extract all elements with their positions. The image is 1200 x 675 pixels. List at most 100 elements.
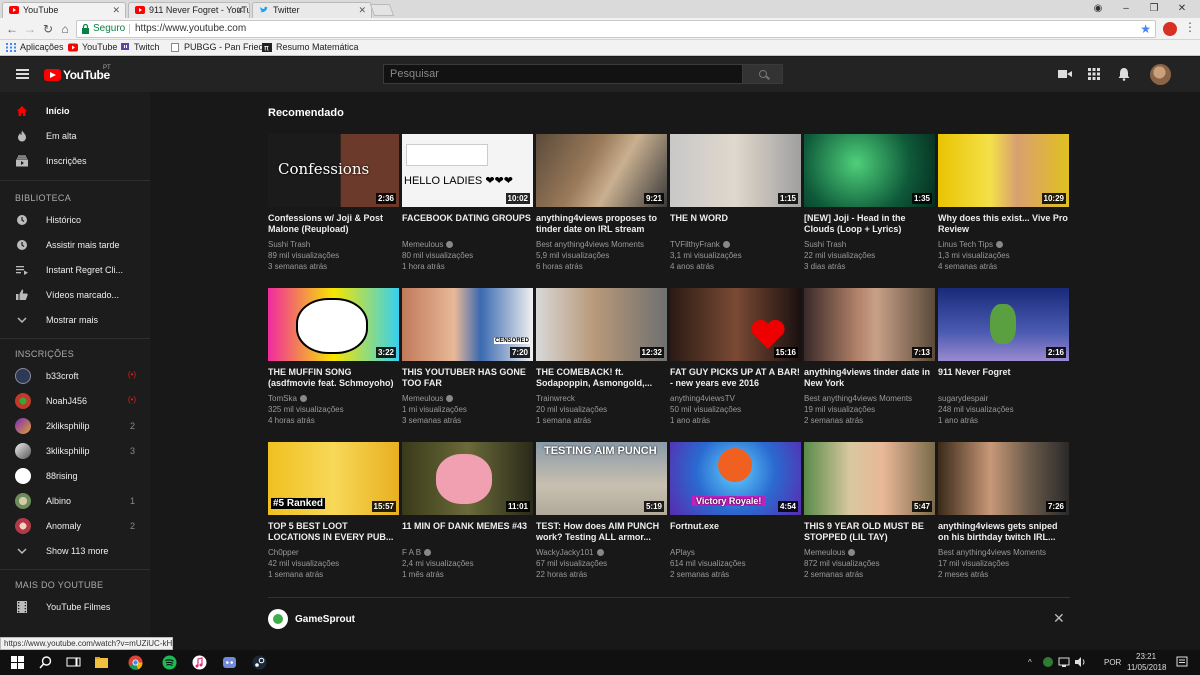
input-language[interactable]: POR xyxy=(1104,658,1121,667)
windows-start-icon[interactable] xyxy=(10,655,25,670)
bookmark-youtube[interactable]: YouTube xyxy=(68,42,117,52)
close-icon[interactable]: ✕ xyxy=(1053,610,1065,627)
video-thumbnail[interactable]: 12:32 xyxy=(536,288,667,361)
new-tab-button[interactable] xyxy=(369,4,395,16)
apps-grid-icon[interactable] xyxy=(1087,67,1101,81)
video-thumbnail[interactable]: TESTING AIM PUNCH 5:19 xyxy=(536,442,667,515)
video-thumbnail[interactable]: 5:47 xyxy=(804,442,935,515)
profile-icon[interactable]: ◉ xyxy=(1084,0,1112,18)
video-title[interactable]: THE N WORD xyxy=(670,213,801,224)
sidebar-subscription-noahj456[interactable]: NoahJ456 (•) xyxy=(0,389,150,414)
network-icon[interactable] xyxy=(1058,656,1070,668)
itunes-icon[interactable] xyxy=(192,655,207,670)
search-icon[interactable] xyxy=(38,655,53,670)
file-explorer-icon[interactable] xyxy=(94,655,109,670)
address-bar[interactable]: Seguro https://www.youtube.com ★ xyxy=(76,20,1156,38)
browser-tab-911[interactable]: 911 Never Fogret - YouTu ✕ xyxy=(128,2,250,18)
spotify-icon[interactable] xyxy=(162,655,177,670)
browser-menu-icon[interactable]: ⋮ xyxy=(1184,20,1196,34)
close-icon[interactable]: ✕ xyxy=(236,5,244,16)
video-thumbnail[interactable]: Victory Royale! 4:54 xyxy=(670,442,801,515)
sidebar-subscription-anomaly[interactable]: Anomaly 2 xyxy=(0,514,150,539)
video-title[interactable]: THIS 9 YEAR OLD MUST BE STOPPED (LIL TAY… xyxy=(804,521,935,543)
video-channel[interactable]: Best anything4views Moments xyxy=(938,548,1046,557)
sidebar-item-subscriptions[interactable]: Inscrições xyxy=(0,149,150,174)
sidebar-item-show-more[interactable]: Mostrar mais xyxy=(0,308,150,333)
close-icon[interactable]: ✕ xyxy=(358,5,366,16)
video-channel[interactable]: Memeulous xyxy=(804,548,856,557)
guide-menu-icon[interactable] xyxy=(16,69,29,79)
video-channel[interactable]: Trainwreck xyxy=(536,394,575,403)
sidebar-subscription-2kliksphilip[interactable]: 2kliksphilip 2 xyxy=(0,414,150,439)
video-channel[interactable]: anything4viewsTV xyxy=(670,394,735,403)
reload-icon[interactable]: ↻ xyxy=(40,21,56,37)
video-thumbnail[interactable]: HELLO LADIES ❤❤❤ 10:02 xyxy=(402,134,533,207)
bell-icon[interactable] xyxy=(1117,67,1131,81)
video-channel[interactable]: TVFilthyFrank xyxy=(670,240,730,249)
sidebar-item-home[interactable]: Início xyxy=(0,99,150,124)
video-channel[interactable]: F A B xyxy=(402,548,432,557)
close-window-icon[interactable]: ✕ xyxy=(1168,0,1196,18)
video-channel[interactable]: WackyJacky101 xyxy=(536,548,604,557)
video-title[interactable]: 11 MIN OF DANK MEMES #43 xyxy=(402,521,533,532)
search-input[interactable]: Pesquisar xyxy=(383,64,743,84)
video-channel[interactable]: Memeulous xyxy=(402,240,454,249)
video-channel[interactable]: Best anything4views Moments xyxy=(536,240,644,249)
create-video-icon[interactable] xyxy=(1058,67,1072,81)
video-thumbnail[interactable]: 2:16 xyxy=(938,288,1069,361)
video-title[interactable]: Fortnut.exe xyxy=(670,521,801,532)
notifications-icon[interactable] xyxy=(1176,656,1188,668)
bookmark-twitch[interactable]: Twitch xyxy=(120,42,160,52)
bookmark-resumo[interactable]: π Resumo Matemática xyxy=(262,42,359,52)
minimize-icon[interactable]: – xyxy=(1112,0,1140,18)
forward-arrow-icon[interactable]: → xyxy=(22,21,38,37)
account-avatar[interactable] xyxy=(1150,64,1171,85)
video-thumbnail[interactable]: 9:21 xyxy=(536,134,667,207)
video-thumbnail[interactable]: 11:01 xyxy=(402,442,533,515)
clock-time[interactable]: 23:21 xyxy=(1136,652,1156,661)
sidebar-item-history[interactable]: Histórico xyxy=(0,208,150,233)
video-title[interactable]: TOP 5 BEST LOOT LOCATIONS IN EVERY PUB..… xyxy=(268,521,399,543)
bookmark-star-icon[interactable]: ★ xyxy=(1140,21,1151,37)
video-channel[interactable]: Best anything4views Moments xyxy=(804,394,912,403)
sidebar-subscription-b33croft[interactable]: b33croft (•) xyxy=(0,364,150,389)
sidebar-subscription-3kliksphilip[interactable]: 3kliksphilip 3 xyxy=(0,439,150,464)
sidebar-item-watch-later[interactable]: Assistir mais tarde xyxy=(0,233,150,258)
video-title[interactable]: THE COMEBACK! ft. Sodapoppin, Asmongold,… xyxy=(536,367,667,389)
video-thumbnail[interactable]: 3:22 xyxy=(268,288,399,361)
video-title[interactable]: anything4views proposes to tinder date o… xyxy=(536,213,667,235)
clock-date[interactable]: 11/05/2018 xyxy=(1127,663,1166,672)
video-title[interactable]: anything4views gets sniped on his birthd… xyxy=(938,521,1069,543)
video-thumbnail[interactable]: 7:26 xyxy=(938,442,1069,515)
video-title[interactable]: Why does this exist... Vive Pro Review xyxy=(938,213,1069,235)
channel-avatar[interactable] xyxy=(268,609,288,629)
steam-icon[interactable] xyxy=(252,655,267,670)
sidebar-item-trending[interactable]: Em alta xyxy=(0,124,150,149)
sidebar-item-playlist[interactable]: Instant Regret Cli... xyxy=(0,258,150,283)
video-title[interactable]: anything4views tinder date in New York xyxy=(804,367,935,389)
video-title[interactable]: TEST: How does AIM PUNCH work? Testing A… xyxy=(536,521,667,543)
video-thumbnail[interactable]: 10:29 xyxy=(938,134,1069,207)
close-icon[interactable]: ✕ xyxy=(112,5,120,16)
shelf-title[interactable]: GameSprout xyxy=(295,614,355,625)
back-arrow-icon[interactable]: ← xyxy=(4,21,20,37)
video-channel[interactable]: Sushi Trash xyxy=(268,240,310,249)
home-page-icon[interactable]: ⌂ xyxy=(57,21,73,37)
video-thumbnail[interactable]: 15:16 xyxy=(670,288,801,361)
discord-icon[interactable] xyxy=(222,655,237,670)
search-button[interactable] xyxy=(742,64,783,84)
volume-icon[interactable] xyxy=(1074,656,1086,668)
tray-chevron-icon[interactable]: ^ xyxy=(1028,658,1032,667)
browser-tab-twitter[interactable]: Twitter ✕ xyxy=(252,2,372,18)
video-title[interactable]: 911 Never Fogret xyxy=(938,367,1069,378)
video-thumbnail[interactable]: 1:15 xyxy=(670,134,801,207)
video-thumbnail[interactable]: Confessions 2:36 xyxy=(268,134,399,207)
video-title[interactable]: [NEW] Joji - Head in the Clouds (Loop + … xyxy=(804,213,935,235)
task-view-icon[interactable] xyxy=(66,655,81,670)
extension-icon[interactable] xyxy=(1163,22,1177,36)
video-channel[interactable]: TomSka xyxy=(268,394,307,403)
browser-tab-youtube[interactable]: YouTube ✕ xyxy=(2,2,126,18)
video-thumbnail[interactable]: 7:13 xyxy=(804,288,935,361)
bookmark-pubgg[interactable]: PUBGG - Pan Fried C xyxy=(170,42,273,52)
chrome-icon[interactable] xyxy=(128,655,143,670)
